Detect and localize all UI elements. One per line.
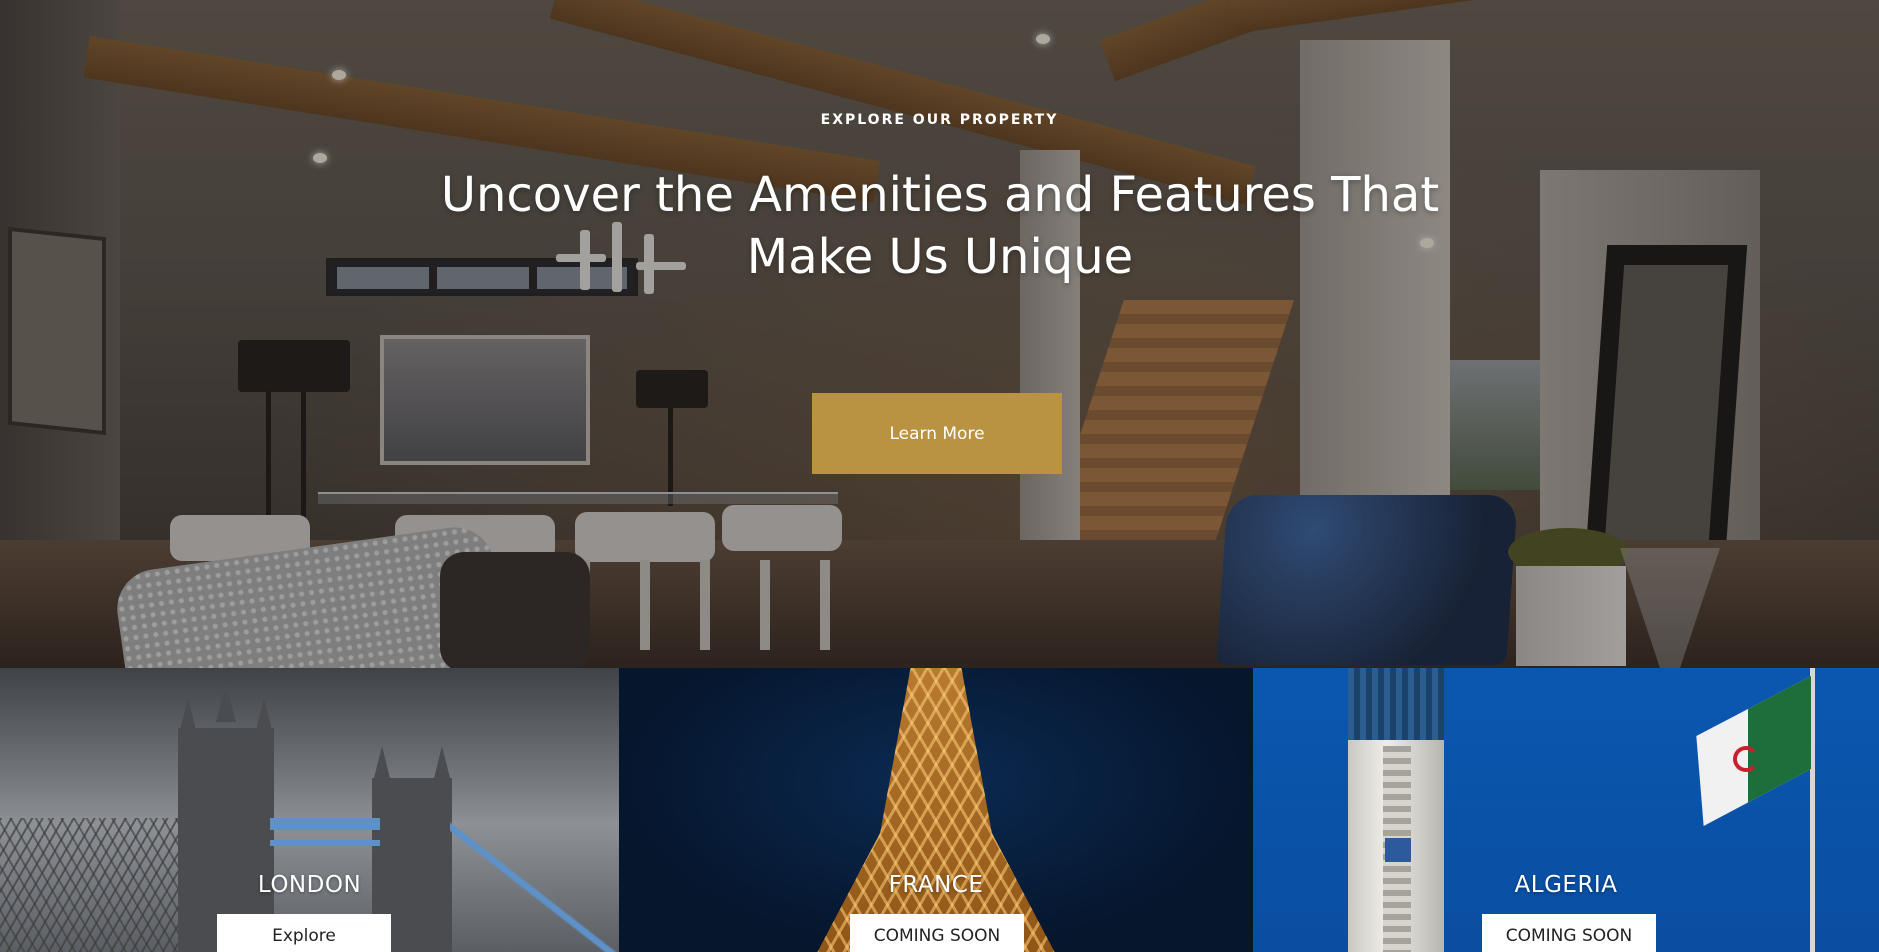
algeria-bg-minaret-window	[1385, 838, 1411, 862]
destination-card-france[interactable]: FRANCE COMING SOON	[619, 668, 1253, 952]
london-bg-spire	[254, 698, 274, 738]
london-bg-spire	[178, 698, 198, 738]
france-coming-soon-button[interactable]: COMING SOON	[850, 914, 1024, 952]
destinations-section: LONDON Explore FRANCE COMING SOON ALGERI…	[0, 668, 1879, 952]
algeria-coming-soon-button[interactable]: COMING SOON	[1482, 914, 1656, 952]
london-bg-spire	[372, 746, 392, 786]
london-bg-spire	[216, 682, 236, 722]
destination-title-london: LONDON	[257, 872, 362, 898]
hero-eyebrow: EXPLORE OUR PROPERTY	[820, 112, 1059, 128]
london-bg-spire	[432, 746, 452, 786]
explore-london-button[interactable]: Explore	[217, 914, 391, 952]
algeria-bg-minaret-top	[1348, 668, 1444, 740]
hero-headline: Uncover the Amenities and Features That …	[440, 167, 1440, 285]
london-bg-walkway	[270, 840, 380, 846]
learn-more-button[interactable]: Learn More	[812, 393, 1062, 474]
france-bg-eiffel-tower	[809, 668, 1063, 952]
hero-section: EXPLORE OUR PROPERTY Uncover the Ameniti…	[0, 0, 1879, 668]
hero-content: EXPLORE OUR PROPERTY Uncover the Ameniti…	[0, 0, 1879, 668]
destination-title-algeria: ALGERIA	[1514, 872, 1618, 898]
destination-title-france: FRANCE	[888, 872, 984, 898]
destination-card-algeria[interactable]: ALGERIA COMING SOON	[1253, 668, 1879, 952]
destination-card-london[interactable]: LONDON Explore	[0, 668, 619, 952]
london-bg-walkway	[270, 818, 380, 830]
algeria-bg-flag	[1696, 676, 1811, 826]
